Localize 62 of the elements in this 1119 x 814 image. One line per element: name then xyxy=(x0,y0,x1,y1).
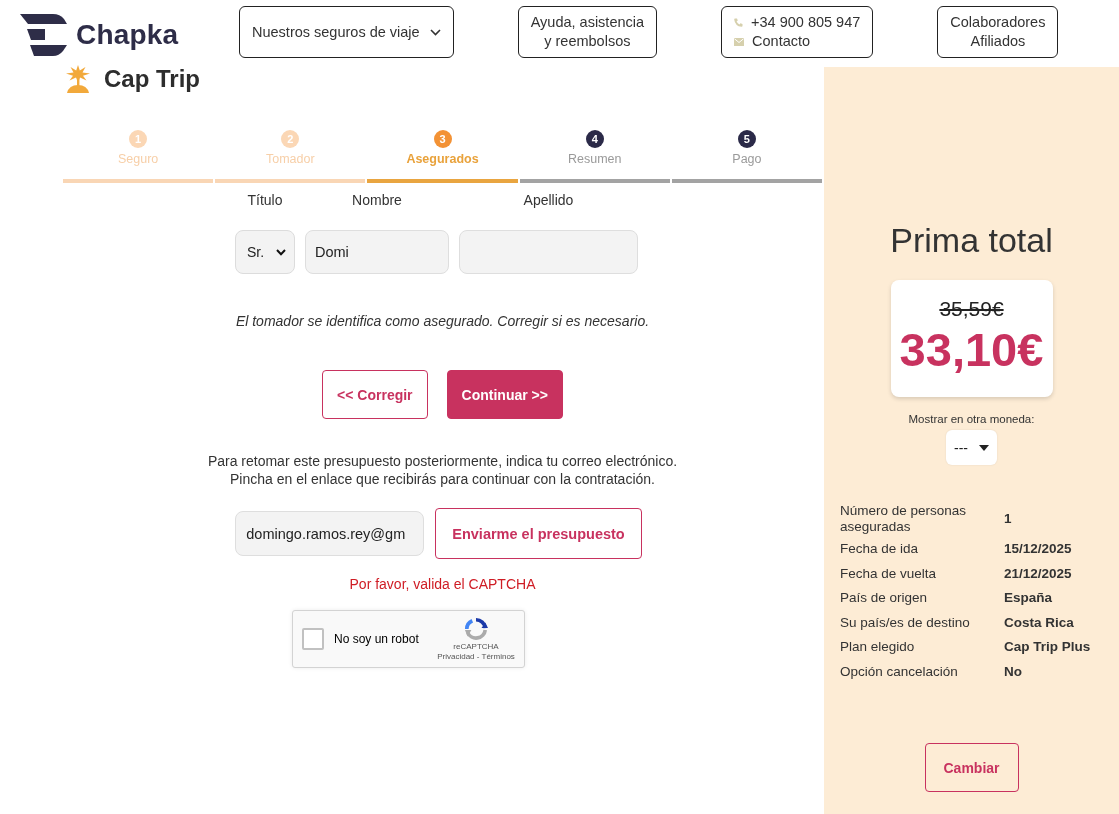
detail-value: España xyxy=(1004,590,1053,607)
captcha-checkbox[interactable] xyxy=(302,628,324,650)
detail-value: Costa Rica xyxy=(1004,614,1074,631)
step-number: 3 xyxy=(433,130,452,148)
detail-value: Cap Trip Plus xyxy=(1004,639,1091,656)
insurance-menu-button[interactable]: Nuestros seguros de viaje xyxy=(239,6,454,58)
step-number: 5 xyxy=(737,130,756,148)
surname-field[interactable] xyxy=(459,230,638,274)
detail-value: 15/12/2025 xyxy=(1004,541,1072,558)
step-label: Asegurados xyxy=(406,152,479,166)
instructions-text: Para retomar este presupuesto posteriormente, indica tu correo electrónico. Pincha en el enlace que recibirás para continuar con la contratación. xyxy=(207,452,678,488)
phone-link[interactable]: +34 900 805 947 xyxy=(734,13,861,32)
price: 33,10€ xyxy=(899,323,1044,377)
detail-label: Opción cancelación xyxy=(840,663,959,680)
logo-icon xyxy=(20,14,67,56)
palm-tree-icon xyxy=(66,65,90,93)
detail-label: Fecha de vuelta xyxy=(840,565,938,582)
total-title: Prima total xyxy=(890,220,1053,260)
info-note: El tomador se identifica como asegurado. Corregir si es necesario. xyxy=(235,313,650,329)
chevron-down-icon xyxy=(429,28,441,36)
contact-link[interactable]: Contacto xyxy=(734,32,811,51)
email-field[interactable]: domingo.ramos.rey@gm xyxy=(235,511,425,556)
field-label: Apellido xyxy=(523,192,574,208)
old-price: 35,59€ xyxy=(939,297,1004,321)
first-name-field[interactable]: Domi xyxy=(305,230,449,274)
continue-button[interactable]: Continuar >> xyxy=(446,370,563,419)
detail-label: Plan elegido xyxy=(840,639,916,656)
step-label: Tomador xyxy=(266,152,315,166)
detail-value: 1 xyxy=(1004,511,1012,527)
recaptcha-logo-icon xyxy=(464,617,488,641)
brand-name: Chapka xyxy=(76,19,179,51)
chevron-down-icon xyxy=(276,248,286,256)
step-number: 4 xyxy=(585,130,604,148)
error-message: Por favor, valida el CAPTCHA xyxy=(349,576,536,592)
detail-value: 21/12/2025 xyxy=(1004,565,1072,582)
detail-label: Su país/es de destino xyxy=(840,614,971,631)
detail-label: Fecha de ida xyxy=(840,541,920,558)
detail-label: País de origen xyxy=(840,590,929,607)
phone-icon xyxy=(734,18,744,27)
field-label: Título xyxy=(247,192,283,208)
title-select[interactable]: Sr. xyxy=(235,230,295,274)
detail-label: Número de personas aseguradas xyxy=(840,503,968,535)
step-label: Resumen xyxy=(567,152,622,166)
nav-button[interactable]: Colaboradores Afiliados xyxy=(937,6,1059,58)
step-number: 2 xyxy=(281,130,300,148)
caret-down-icon xyxy=(979,444,989,451)
privacy-terms-links[interactable]: Privacidad - Términos xyxy=(437,652,515,661)
product-name: Cap Trip xyxy=(104,65,200,93)
field-label: Nombre xyxy=(352,192,402,208)
detail-value: No xyxy=(1004,663,1022,680)
currency-select[interactable]: --- xyxy=(946,430,997,465)
back-button[interactable]: << Corregir xyxy=(322,370,428,419)
nav-button[interactable]: Ayuda, asistencia y reembolsos xyxy=(517,6,658,58)
captcha-label: No soy un robot xyxy=(334,632,419,646)
step-label: Seguro xyxy=(117,152,159,166)
mail-icon xyxy=(734,37,745,46)
change-button[interactable]: Cambiar xyxy=(924,743,1019,792)
step-label: Pago xyxy=(732,152,762,166)
step-number: 1 xyxy=(129,130,148,148)
currency-label: Mostrar en otra moneda: xyxy=(908,412,1035,426)
send-quote-button[interactable]: Enviarme el presupuesto xyxy=(435,508,642,559)
captcha-brand: reCAPTCHA xyxy=(453,642,499,652)
